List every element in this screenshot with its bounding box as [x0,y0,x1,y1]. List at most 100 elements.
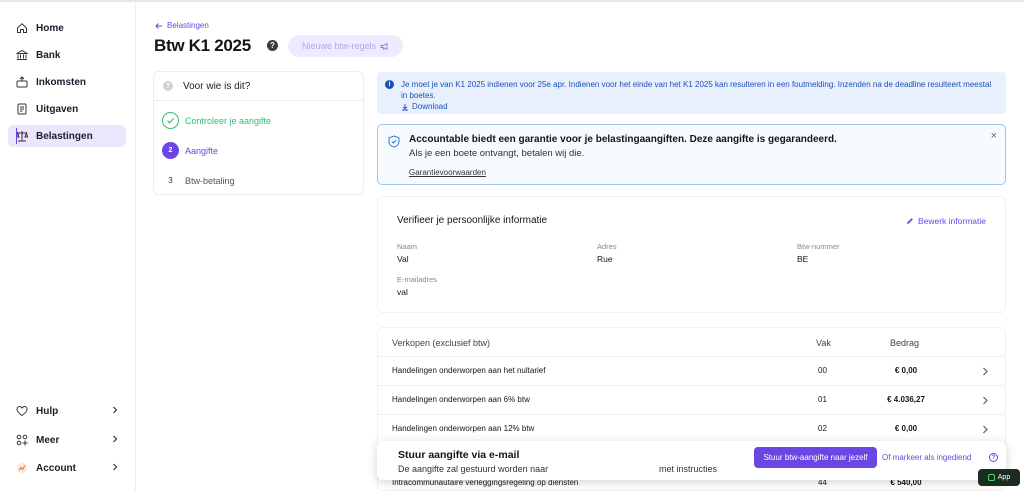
sidebar-item-belastingen[interactable]: Belastingen [8,125,126,147]
sidebar-item-meer[interactable]: Meer [8,429,126,451]
sidebar-item-label: Uitgaven [36,103,79,115]
row-bedrag: € 4.036,27 [887,395,925,404]
bank-icon [16,49,28,60]
personal-info-title: Verifieer je persoonlijke informatie [397,215,548,226]
step-label: Controleer je aangifte [185,115,272,126]
column-header-vak: Vak [816,338,831,348]
row-description: Handelingen onderworpen aan 6% btw [392,395,530,404]
download-icon [402,103,408,110]
question-icon: ? [163,81,173,91]
chevron-right-icon [983,367,988,376]
row-vak: 02 [818,424,827,433]
step-aangifte[interactable]: 2 Aangifte [162,142,218,159]
steps-card: ? Voor wie is dit? Controleer je aangift… [153,71,364,195]
sidebar-item-bank[interactable]: Bank [8,44,126,66]
email-bar-text-start: De aangifte zal gestuurd worden naar [398,464,549,474]
steps-question[interactable]: ? Voor wie is dit? [154,72,363,101]
chevron-right-icon [113,463,118,471]
new-vat-rules-label: Nieuwe btw-regels [301,41,377,51]
grid-icon [16,434,28,446]
step-label: Aangifte [185,145,219,156]
email-value: val [397,287,408,297]
table-row[interactable]: Handelingen onderworpen aan 6% btw 01 € … [378,385,1005,413]
column-header-description: Verkopen (exclusief btw) [392,338,491,348]
email-submit-bar: Stuur aangifte via e-mail De aangifte za… [377,441,1006,480]
email-label: E-mailadres [397,275,438,284]
sidebar-item-inkomsten[interactable]: Inkomsten [8,71,126,93]
download-label: Download [412,102,448,111]
deadline-info-text: Je moet je van K1 2025 indienen voor 25e… [401,80,992,100]
top-border [0,0,1024,2]
guarantee-title: Accountable biedt een garantie voor je b… [409,134,837,145]
table-row[interactable]: Handelingen onderworpen aan het nultarie… [378,356,1005,384]
email-bar-text-end: met instructies [659,464,718,474]
pencil-icon [906,218,913,224]
help-icon[interactable]: ? [267,40,278,51]
mark-as-submitted-link[interactable]: Of markeer als ingediend [882,453,971,462]
app-badge-label: App [997,474,1011,481]
address-value: Rue [597,254,613,264]
page-title: Btw K1 2025 [154,36,251,55]
chevron-right-icon [113,406,118,414]
download-link[interactable]: Download [401,101,998,112]
column-header-bedrag: Bedrag [890,338,920,348]
chevron-right-icon [113,435,118,443]
edit-info-button[interactable]: Bewerk informatie [906,216,986,226]
row-description: Handelingen onderworpen aan 12% btw [392,424,535,433]
arrow-left-icon [155,22,162,29]
close-icon[interactable]: × [991,130,997,142]
step-connector [16,128,17,144]
breadcrumb[interactable]: Belastingen [155,21,209,30]
vat-number-label: Btw-nummer [797,242,840,251]
sidebar-item-home[interactable]: Home [8,17,126,39]
sidebar-item-label: Home [36,22,64,34]
income-icon [16,76,28,88]
guarantee-subtitle: Als je een boete ontvangt, betalen wij d… [409,148,585,159]
row-bedrag: € 0,00 [894,366,918,375]
name-label: Naam [397,242,418,251]
chevron-right-icon [983,396,988,405]
edit-info-label: Bewerk informatie [917,216,986,226]
send-vat-return-button[interactable]: Stuur btw-aangifte naar jezelf [754,447,877,468]
scale-icon [16,131,28,142]
row-description: Handelingen onderworpen aan het nultarie… [392,366,546,375]
sidebar-item-label: Inkomsten [36,76,87,88]
shield-check-icon [388,135,400,148]
step-number: 3 [168,176,173,185]
chevron-right-icon [983,425,988,434]
name-value: Val [397,254,409,264]
sidebar: Home Bank Inkomsten Uitgaven Belastingen… [0,2,136,491]
heart-icon [16,405,28,417]
sidebar-item-uitgaven[interactable]: Uitgaven [8,98,126,120]
guarantee-alert: Accountable biedt een garantie voor je b… [377,124,1006,185]
row-vak: 00 [818,366,827,375]
app-badge[interactable]: App [978,469,1020,486]
step-controleer[interactable]: Controleer je aangifte [162,112,271,129]
sidebar-item-hulp[interactable]: Hulp [8,400,126,422]
info-icon: i [385,80,394,89]
sidebar-item-label: Account [36,462,76,474]
new-vat-rules-button[interactable]: Nieuwe btw-regels [288,35,403,57]
sidebar-item-label: Hulp [36,405,59,417]
sidebar-item-account[interactable]: Account [8,457,126,479]
megaphone-icon [380,42,388,50]
home-icon [17,23,27,33]
step-label: Btw-betaling [185,175,235,186]
deadline-info-banner: i Je moet je van K1 2025 indienen voor 2… [377,72,1006,114]
guarantee-terms-link[interactable]: Garantievoorwaarden [409,168,1005,177]
table-row[interactable]: Handelingen onderworpen aan 12% btw 02 €… [378,414,1005,442]
steps-question-label: Voor wie is dit? [183,80,251,92]
sidebar-item-label: Belastingen [36,130,93,142]
sidebar-item-label: Bank [36,49,61,61]
step-number: 2 [162,142,179,159]
step-btw-betaling[interactable]: 3 Btw-betaling [162,172,235,189]
receipt-icon [17,103,27,115]
personal-info-card: Verifieer je persoonlijke informatie Bew… [377,196,1006,313]
account-icon [17,463,27,473]
check-icon [162,112,179,129]
app-icon [987,474,995,481]
help-circle-icon[interactable]: ? [989,453,998,462]
address-label: Adres [597,242,617,251]
sidebar-item-label: Meer [36,434,60,446]
vat-number-value: BE [797,254,809,264]
